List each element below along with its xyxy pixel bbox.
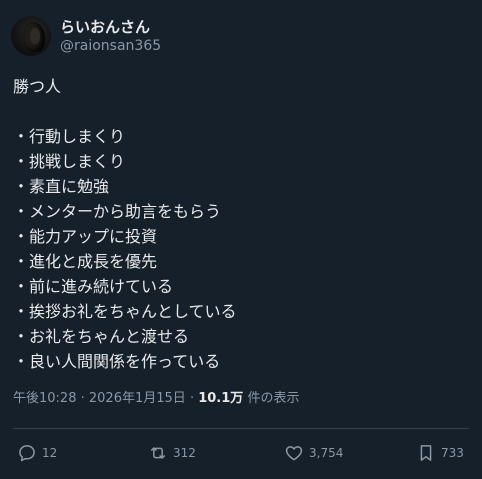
tweet-line <box>13 99 237 124</box>
action-bar: 12 312 3,754 733 <box>0 441 482 465</box>
tweet-line: ・挑戦しまくり <box>13 152 126 171</box>
reply-button[interactable]: 12 <box>17 441 57 465</box>
tweet-line: ・メンターから助言をもらう <box>13 202 222 221</box>
tweet-time[interactable]: 午後10:28 <box>13 391 76 406</box>
bookmark-button[interactable]: 733 <box>416 441 464 465</box>
divider <box>13 428 469 429</box>
bookmark-count: 733 <box>441 446 464 460</box>
tweet-line: ・挨拶お礼をちゃんとしている <box>13 302 237 321</box>
tweet-line: ・良い人間関係を作っている <box>13 352 221 371</box>
views-label: 件の表示 <box>247 391 300 406</box>
user-handle[interactable]: @raionsan365 <box>60 37 161 56</box>
tweet-header: らいおんさん @raionsan365 <box>11 16 161 56</box>
like-count: 3,754 <box>309 446 344 460</box>
avatar[interactable] <box>11 16 51 56</box>
bookmark-icon <box>420 445 432 461</box>
tweet-line: ・進化と成長を優先 <box>13 252 158 271</box>
tweet-line: ・行動しまくり <box>13 127 126 146</box>
retweet-button[interactable]: 312 <box>148 441 196 465</box>
views-count: 10.1万 <box>198 391 244 406</box>
tweet-text: 勝つ人 ・行動しまくり ・挑戦しまくり ・素直に勉強 ・メンターから助言をもらう… <box>13 74 237 374</box>
meta-separator: · <box>80 391 85 406</box>
tweet-line: ・素直に勉強 <box>13 177 110 196</box>
heart-icon <box>285 446 303 461</box>
tweet-line: ・能力アップに投資 <box>13 227 158 246</box>
tweet-meta: 午後10:28 · 2026年1月15日 · 10.1万 件の表示 <box>13 390 299 408</box>
retweet-count: 312 <box>173 446 196 460</box>
like-button[interactable]: 3,754 <box>284 441 343 465</box>
reply-icon <box>19 445 35 462</box>
tweet-date[interactable]: 2026年1月15日 <box>89 391 186 406</box>
display-name[interactable]: らいおんさん <box>60 17 161 37</box>
reply-count: 12 <box>42 446 58 460</box>
user-names: らいおんさん @raionsan365 <box>60 17 161 56</box>
tweet-line: 勝つ人 <box>13 77 62 96</box>
tweet-line: ・前に進み続けている <box>13 277 174 296</box>
avatar-lion-face <box>30 28 40 44</box>
tweet-line: ・お礼をちゃんと渡せる <box>13 327 190 346</box>
meta-separator: · <box>189 391 195 406</box>
retweet-icon <box>151 447 165 459</box>
